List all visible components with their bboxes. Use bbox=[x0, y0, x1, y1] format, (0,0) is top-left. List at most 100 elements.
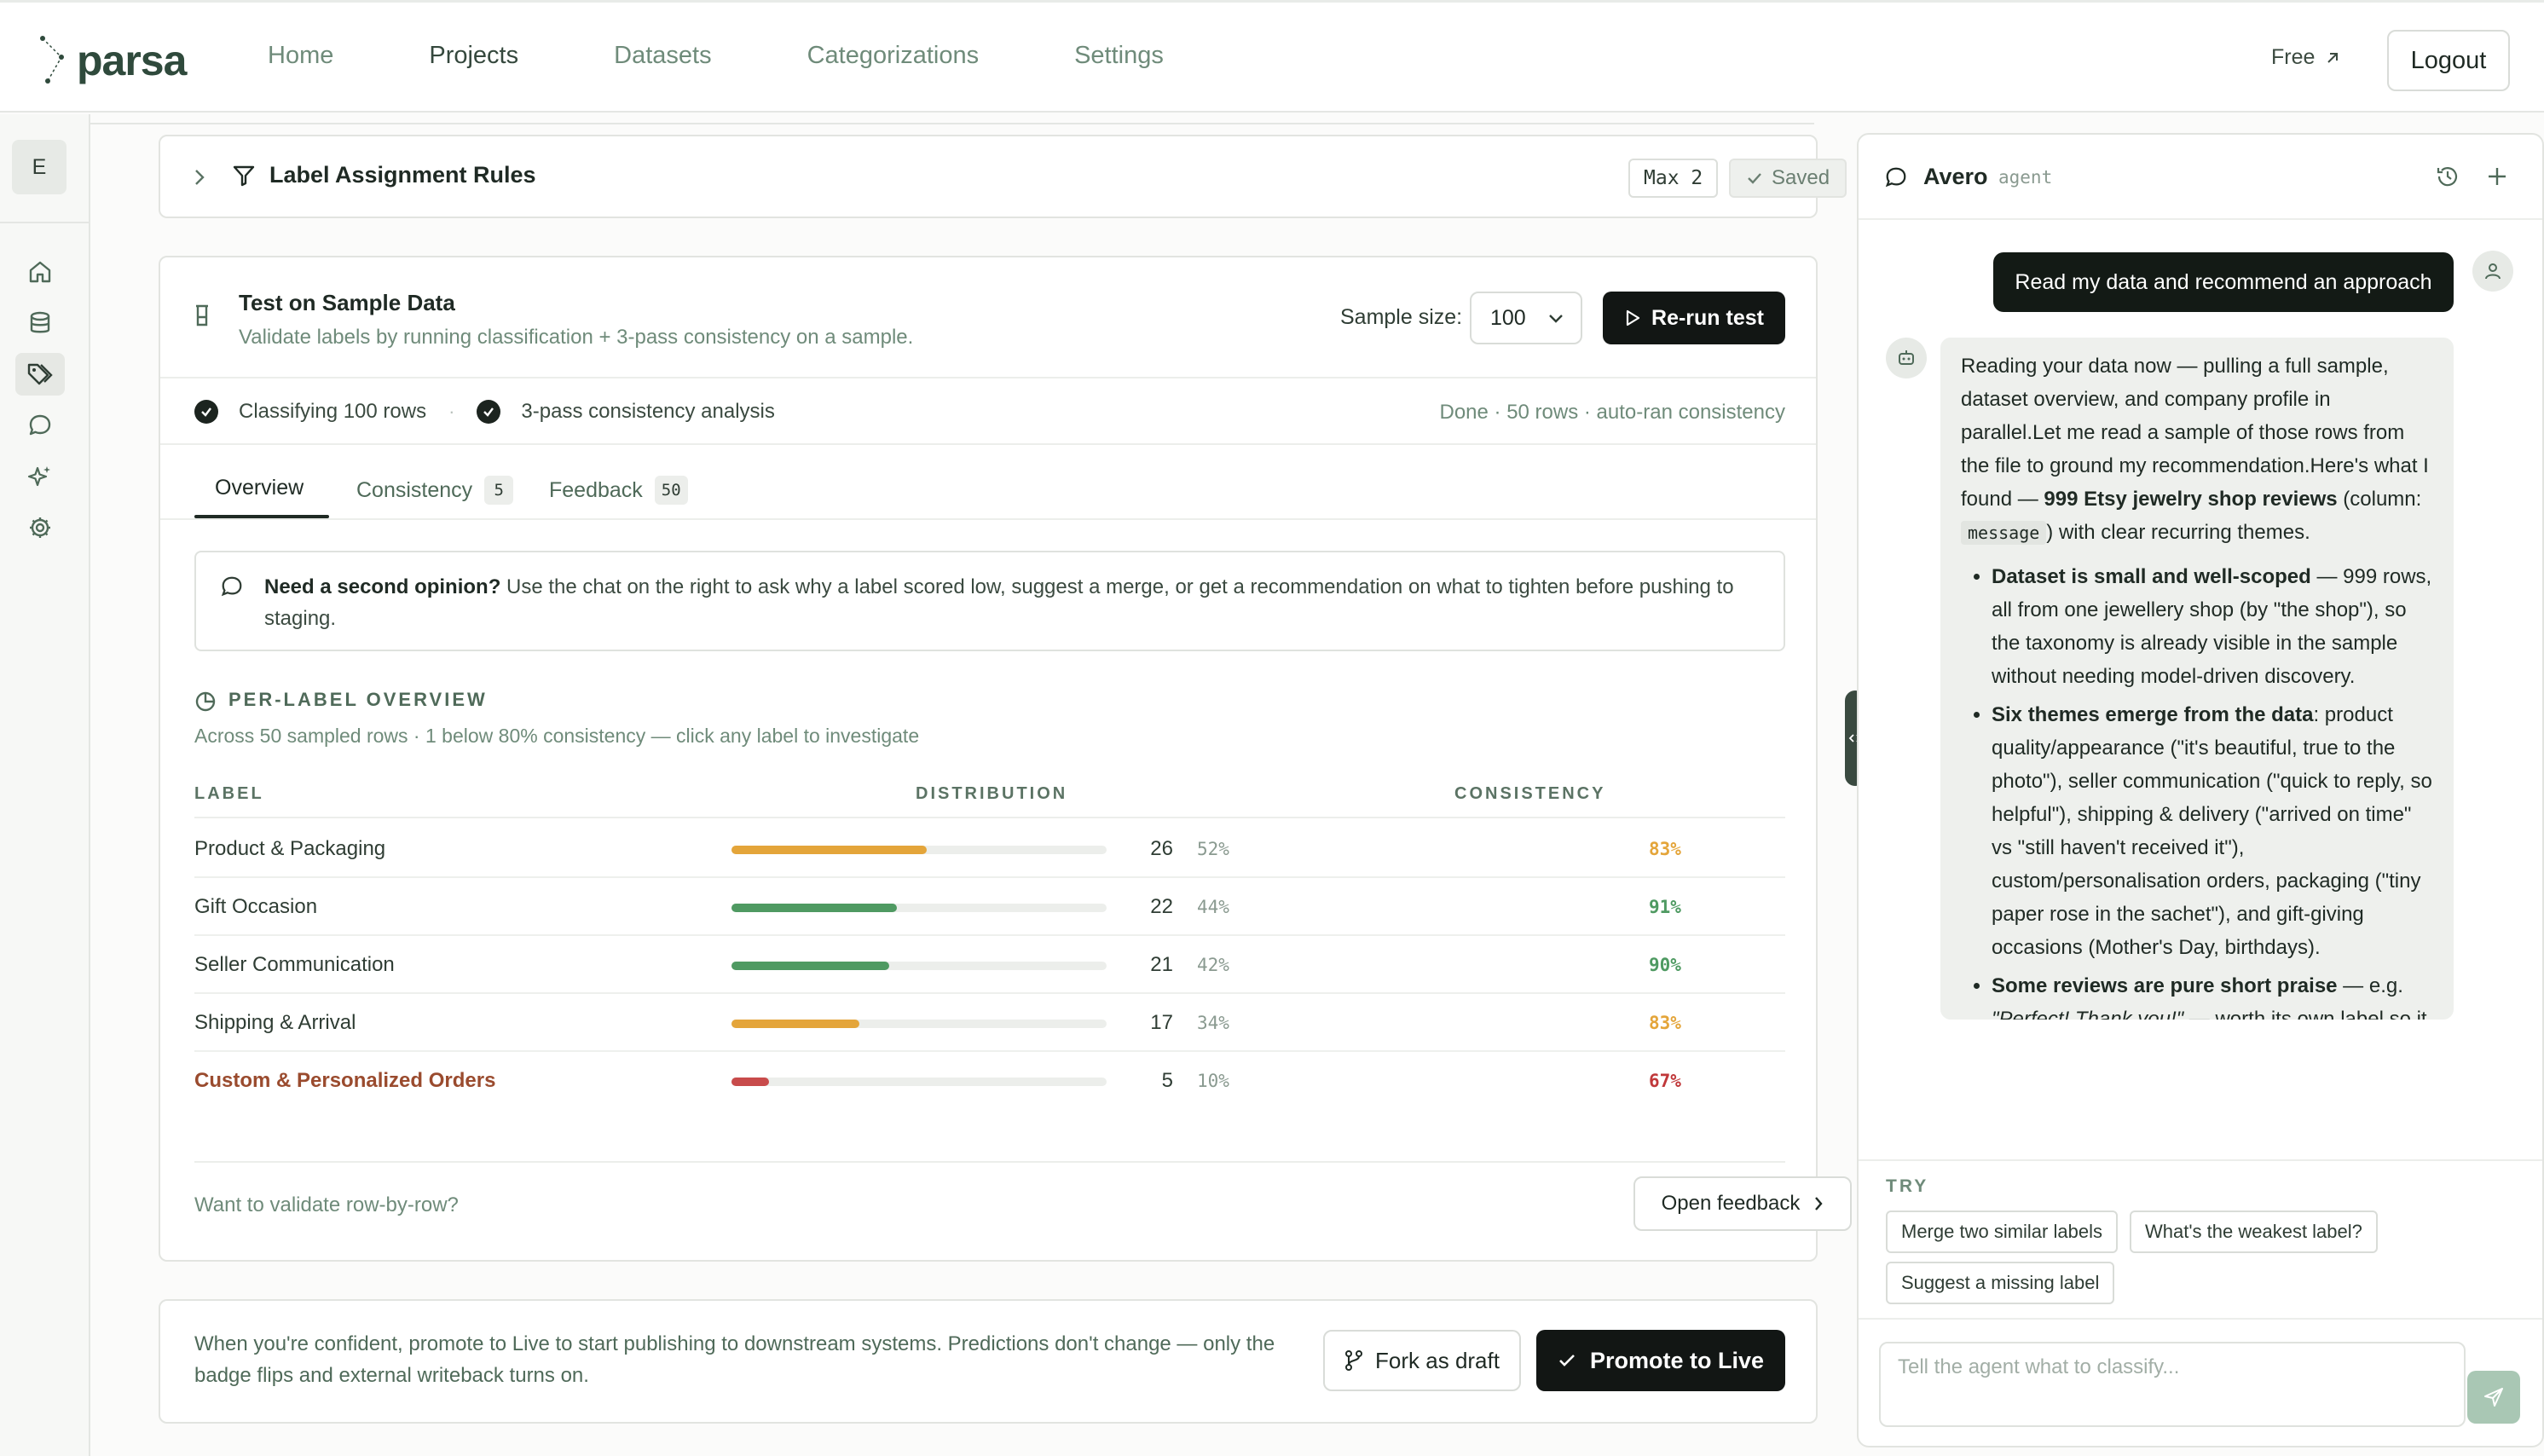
second-opinion-heading: Need a second opinion? bbox=[264, 575, 501, 598]
per-label-overview-title: PER-LABEL OVERVIEW bbox=[228, 689, 488, 710]
run-status-row: Classifying 100 rows · 3-pass consistenc… bbox=[194, 390, 1785, 433]
check-icon bbox=[1748, 173, 1761, 184]
promote-to-live-button[interactable]: Promote to Live bbox=[1536, 1330, 1785, 1391]
agent-panel: Avero agent Read my data and recommend a… bbox=[1857, 133, 2544, 1447]
scroll-edge-divider bbox=[90, 123, 1814, 124]
pie-chart-icon bbox=[195, 691, 216, 712]
second-opinion-text: Need a second opinion? Use the chat on t… bbox=[264, 571, 1765, 634]
chat-bubble-icon bbox=[221, 576, 242, 597]
label-name[interactable]: Seller Communication bbox=[194, 953, 395, 977]
logo[interactable]: parsa bbox=[38, 33, 187, 88]
bot-avatar bbox=[1886, 338, 1927, 378]
rail-datasets[interactable] bbox=[15, 302, 65, 344]
label-consistency: 67% bbox=[1649, 1071, 1681, 1091]
nav-datasets[interactable]: Datasets bbox=[614, 42, 711, 70]
home-icon bbox=[29, 261, 51, 283]
label-assignment-rules-card[interactable]: Label Assignment Rules Max 2 Saved bbox=[159, 135, 1847, 218]
nav-categorizations[interactable]: Categorizations bbox=[807, 42, 980, 70]
open-feedback-button[interactable]: Open feedback bbox=[1633, 1176, 1852, 1231]
rail-settings[interactable] bbox=[15, 506, 65, 549]
status-step-classify: Classifying 100 rows bbox=[239, 400, 427, 423]
reply-bold: Six themes emerge from the data bbox=[1992, 703, 2314, 726]
chat-bubble-icon bbox=[1885, 167, 1906, 188]
label-percent: 52% bbox=[1197, 839, 1229, 859]
rail-categorizations[interactable] bbox=[15, 353, 65, 396]
agent-name: Avero bbox=[1923, 164, 1988, 189]
saved-badge: Saved bbox=[1729, 159, 1847, 198]
rerun-test-label: Re-run test bbox=[1651, 305, 1764, 330]
rail-home[interactable] bbox=[15, 251, 65, 293]
logout-button[interactable]: Logout bbox=[2387, 30, 2510, 91]
label-name[interactable]: Custom & Personalized Orders bbox=[194, 1069, 495, 1093]
second-opinion-callout: Need a second opinion? Use the chat on t… bbox=[194, 551, 1785, 651]
label-row[interactable]: Seller Communication 21 42% 90% bbox=[194, 936, 1785, 994]
tab-overview[interactable]: Overview bbox=[215, 476, 304, 500]
divider bbox=[160, 518, 1816, 520]
label-count: 5 bbox=[1161, 1069, 1173, 1092]
nav-home[interactable]: Home bbox=[268, 42, 333, 70]
tab-consistency[interactable]: Consistency 5 bbox=[356, 476, 514, 505]
rail-divider bbox=[0, 222, 89, 223]
distribution-bar-track bbox=[731, 1020, 1107, 1028]
flask-icon bbox=[196, 304, 208, 326]
free-plan-link[interactable]: Free bbox=[2271, 45, 2340, 70]
user-avatar bbox=[2472, 251, 2513, 292]
label-percent: 44% bbox=[1197, 897, 1229, 917]
label-count: 17 bbox=[1150, 1011, 1173, 1034]
fork-as-draft-button[interactable]: Fork as draft bbox=[1323, 1330, 1521, 1391]
agent-message-input[interactable] bbox=[1879, 1342, 2466, 1427]
label-consistency: 90% bbox=[1649, 955, 1681, 975]
send-button[interactable] bbox=[2467, 1371, 2520, 1424]
label-name[interactable]: Shipping & Arrival bbox=[194, 1011, 356, 1035]
sample-size-select[interactable]: 100 bbox=[1470, 292, 1582, 344]
divider bbox=[160, 443, 1816, 445]
promote-to-live-label: Promote to Live bbox=[1589, 1347, 1765, 1373]
label-row[interactable]: Product & Packaging 26 52% 83% bbox=[194, 820, 1785, 878]
rules-title: Label Assignment Rules bbox=[269, 162, 536, 188]
user-message: Read my data and recommend an approach bbox=[1993, 252, 2454, 312]
workspace-avatar[interactable]: E bbox=[12, 140, 66, 194]
chevron-right-icon[interactable] bbox=[193, 167, 206, 188]
check-circle-icon bbox=[194, 400, 218, 424]
reply-italic: "Perfect! Thank you!" bbox=[1992, 1008, 2184, 1020]
history-icon[interactable] bbox=[2435, 164, 2460, 189]
promote-description: When you're confident, promote to Live t… bbox=[194, 1332, 1275, 1387]
distribution-bar-fill bbox=[731, 962, 889, 970]
test-subtitle: Validate labels by running classificatio… bbox=[239, 326, 914, 349]
test-title: Test on Sample Data bbox=[239, 290, 455, 315]
column-header-distribution: DISTRIBUTION bbox=[916, 784, 1068, 803]
distribution-bar-track bbox=[731, 1078, 1107, 1086]
rerun-test-button[interactable]: Re-run test bbox=[1603, 292, 1785, 344]
tags-icon bbox=[27, 363, 53, 385]
label-name[interactable]: Gift Occasion bbox=[194, 895, 317, 919]
divider bbox=[194, 1161, 1785, 1163]
divider bbox=[1859, 218, 2542, 220]
arrow-up-right-icon bbox=[2327, 52, 2339, 63]
suggestion-chip-merge[interactable]: Merge two similar labels bbox=[1886, 1210, 2118, 1253]
label-name[interactable]: Product & Packaging bbox=[194, 837, 385, 861]
plus-icon[interactable] bbox=[2484, 164, 2510, 189]
tab-feedback[interactable]: Feedback 50 bbox=[549, 476, 688, 505]
suggestion-chip-weakest[interactable]: What's the weakest label? bbox=[2130, 1210, 2378, 1253]
reply-text: — e.g. bbox=[2337, 974, 2403, 997]
max-labels-badge: Max 2 bbox=[1628, 159, 1719, 198]
send-icon bbox=[2484, 1388, 2503, 1407]
divider bbox=[160, 377, 1816, 378]
tab-overview-label: Overview bbox=[215, 476, 304, 500]
gear-icon bbox=[30, 517, 50, 538]
status-summary: Done · 50 rows · auto-ran consistency bbox=[1439, 401, 1785, 424]
constellation-logo-icon bbox=[40, 36, 64, 84]
suggestion-chip-missing[interactable]: Suggest a missing label bbox=[1886, 1262, 2115, 1304]
nav-projects[interactable]: Projects bbox=[429, 42, 518, 70]
tab-feedback-count: 50 bbox=[654, 476, 688, 505]
chevron-right-icon bbox=[1815, 1197, 1823, 1210]
rail-ai[interactable] bbox=[15, 455, 65, 498]
label-row[interactable]: Gift Occasion 22 44% 91% bbox=[194, 878, 1785, 936]
rail-chat[interactable] bbox=[15, 404, 65, 447]
fork-as-draft-label: Fork as draft bbox=[1375, 1347, 1500, 1373]
label-row[interactable]: Custom & Personalized Orders 5 10% 67% bbox=[194, 1052, 1785, 1110]
sample-size-value: 100 bbox=[1490, 305, 1526, 330]
label-count: 22 bbox=[1150, 895, 1173, 918]
nav-settings[interactable]: Settings bbox=[1074, 42, 1164, 70]
label-row[interactable]: Shipping & Arrival 17 34% 83% bbox=[194, 994, 1785, 1052]
